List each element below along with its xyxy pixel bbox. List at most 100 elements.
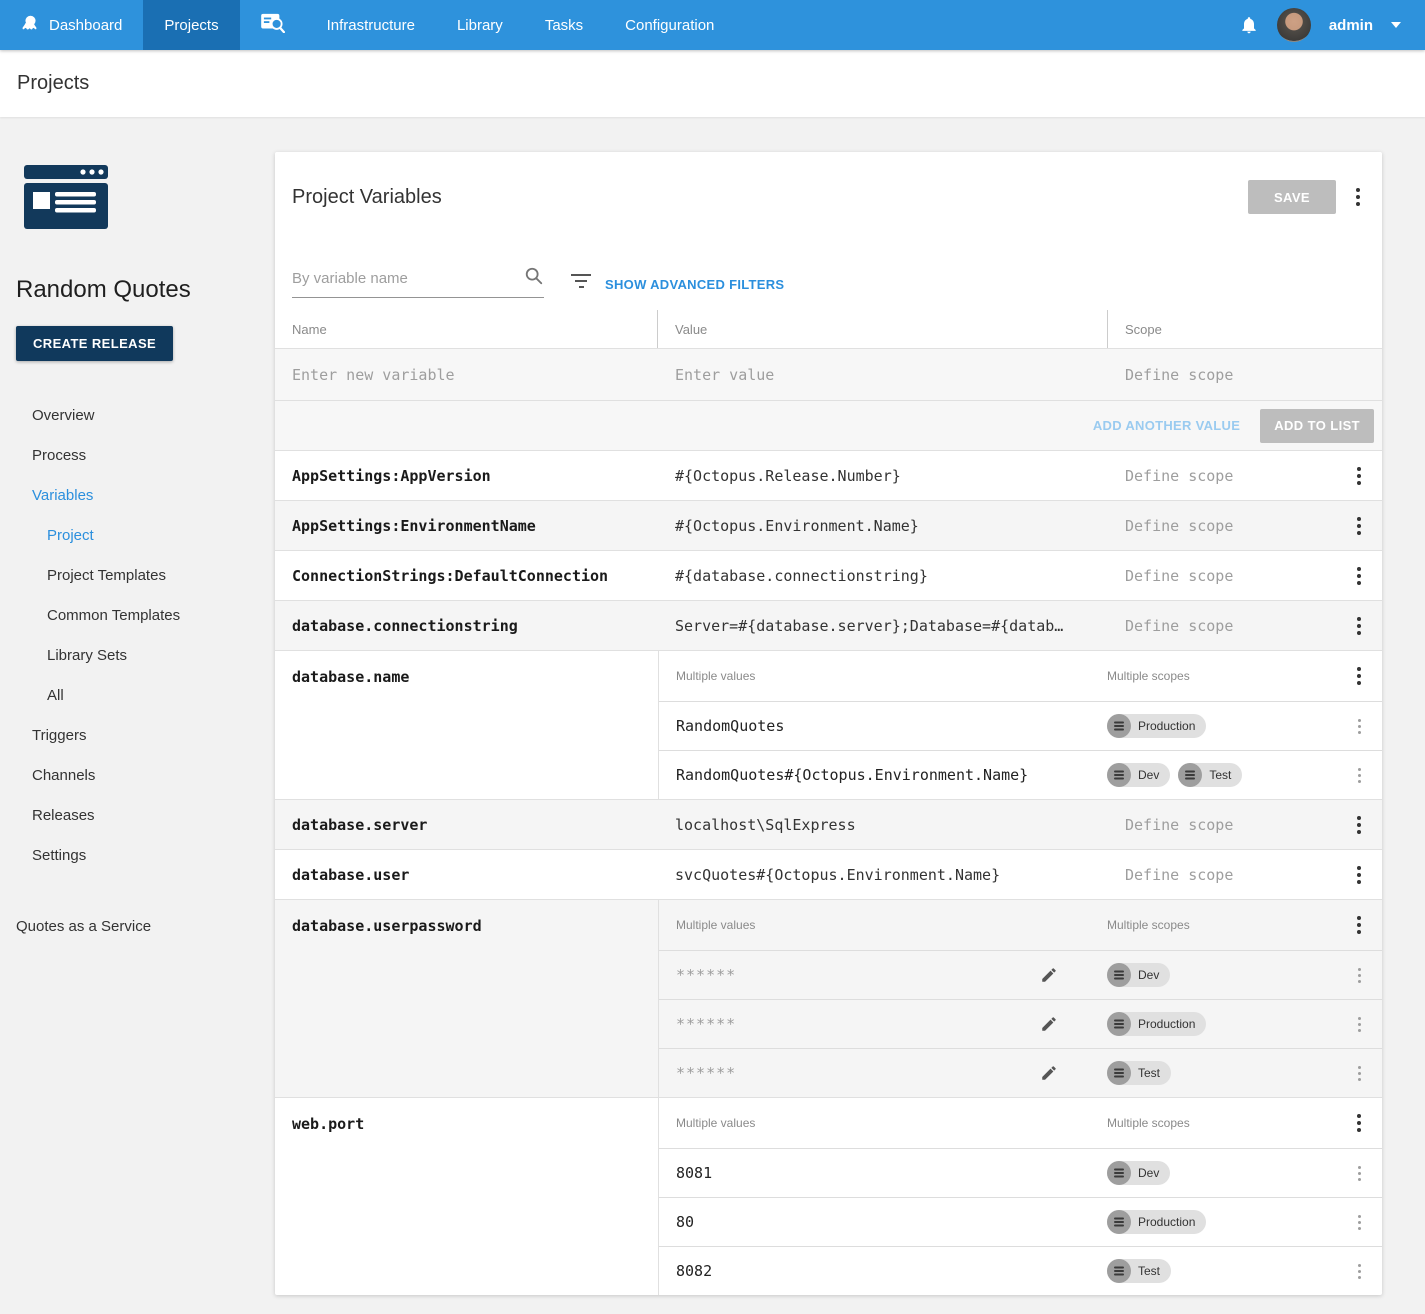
sidebar-item-overview[interactable]: Overview — [16, 395, 275, 435]
variable-scope-define[interactable]: Define scope — [1108, 567, 1336, 585]
add-another-value-link[interactable]: ADD ANOTHER VALUE — [1093, 418, 1240, 433]
scope-chip[interactable]: Test — [1107, 1259, 1171, 1283]
project-variables-card: Project Variables SAVE By variable name — [275, 152, 1382, 1295]
sidebar-item-project-templates[interactable]: Project Templates — [16, 555, 275, 595]
variable-scope-define[interactable]: Define scope — [1108, 866, 1336, 884]
add-to-list-button[interactable]: ADD TO LIST — [1260, 409, 1374, 443]
pencil-icon[interactable] — [1040, 1015, 1058, 1033]
show-advanced-filters-link[interactable]: SHOW ADVANCED FILTERS — [605, 277, 784, 292]
nav-item-infrastructure[interactable]: Infrastructure — [306, 0, 436, 50]
filter-list-icon[interactable] — [571, 274, 591, 288]
variable-scope-define[interactable]: Define scope — [1108, 467, 1336, 485]
variable-name[interactable]: database.userpassword — [275, 900, 658, 1097]
variable-value[interactable]: Server=#{database.server};Database=#{dat… — [658, 617, 1108, 635]
variable-name[interactable]: database.connectionstring — [275, 617, 658, 635]
nav-item-tasks[interactable]: Tasks — [524, 0, 604, 50]
scope-chip[interactable]: Production — [1107, 1012, 1206, 1036]
new-variable-value-input[interactable]: Enter value — [658, 366, 1108, 384]
scope-chip-label: Production — [1138, 1215, 1195, 1229]
variable-name[interactable]: database.user — [275, 866, 658, 884]
row-overflow-menu-icon[interactable] — [1351, 613, 1367, 639]
variable-name[interactable]: AppSettings:AppVersion — [275, 467, 658, 485]
row-overflow-menu-icon[interactable] — [1352, 1211, 1367, 1234]
sidebar-item-releases[interactable]: Releases — [16, 795, 275, 835]
scope-chip[interactable]: Production — [1107, 714, 1206, 738]
variable-scopes: Test — [1107, 1259, 1336, 1283]
scope-chip[interactable]: Dev — [1107, 763, 1170, 787]
sidebar-item-variables[interactable]: Variables — [16, 475, 275, 515]
avatar[interactable] — [1277, 8, 1311, 42]
variable-value[interactable]: #{Octopus.Environment.Name} — [658, 517, 1108, 535]
scope-chip[interactable]: Production — [1107, 1210, 1206, 1234]
scope-chip[interactable]: Dev — [1107, 1161, 1170, 1185]
variable-value[interactable]: #{Octopus.Release.Number} — [658, 467, 1108, 485]
variable-scope-define[interactable]: Define scope — [1108, 617, 1336, 635]
variable-scope-define[interactable]: Define scope — [1108, 816, 1336, 834]
scope-chip[interactable]: Test — [1178, 763, 1242, 787]
save-button[interactable]: SAVE — [1248, 180, 1336, 214]
variable-value[interactable]: RandomQuotes — [659, 717, 1107, 735]
new-variable-scope-input[interactable]: Define scope — [1108, 366, 1382, 384]
row-overflow-menu-icon[interactable] — [1351, 862, 1367, 888]
row-overflow-menu-icon[interactable] — [1351, 563, 1367, 589]
variable-name[interactable]: web.port — [275, 1098, 658, 1295]
variable-name[interactable]: AppSettings:EnvironmentName — [275, 517, 658, 535]
row-overflow-menu-icon[interactable] — [1351, 463, 1367, 489]
bell-icon[interactable] — [1239, 15, 1259, 35]
variable-name[interactable]: database.server — [275, 816, 658, 834]
pencil-icon[interactable] — [1040, 1064, 1058, 1082]
sidebar-item-all[interactable]: All — [16, 675, 275, 715]
sidebar-item-project[interactable]: Project — [16, 515, 275, 555]
sidebar-item-process[interactable]: Process — [16, 435, 275, 475]
variable-value[interactable]: RandomQuotes#{Octopus.Environment.Name} — [659, 766, 1107, 784]
variable-value[interactable]: 8081 — [659, 1164, 1107, 1182]
sidebar-item-library-sets[interactable]: Library Sets — [16, 635, 275, 675]
scope-chip[interactable]: Dev — [1107, 963, 1170, 987]
variable-value[interactable]: svcQuotes#{Octopus.Environment.Name} — [658, 866, 1108, 884]
nav-item-label: Tasks — [545, 17, 583, 34]
column-header-name: Name — [275, 310, 658, 348]
row-overflow-menu-icon[interactable] — [1352, 715, 1367, 738]
user-name[interactable]: admin — [1329, 17, 1373, 34]
variable-scope-define[interactable]: Define scope — [1108, 517, 1336, 535]
nav-search-tab[interactable] — [240, 0, 306, 50]
row-overflow-menu-icon[interactable] — [1352, 1062, 1367, 1085]
nav-item-projects[interactable]: Projects — [143, 0, 239, 50]
new-variable-name-input[interactable]: Enter new variable — [275, 366, 658, 384]
variable-name[interactable]: database.name — [275, 651, 658, 799]
variable-value[interactable]: localhost\SqlExpress — [658, 816, 1108, 834]
card-overflow-menu-icon[interactable] — [1350, 184, 1366, 210]
nav-item-configuration[interactable]: Configuration — [604, 0, 735, 50]
row-overflow-menu-icon[interactable] — [1352, 1260, 1367, 1283]
row-overflow-menu-icon[interactable] — [1351, 812, 1367, 838]
pencil-icon[interactable] — [1040, 966, 1058, 984]
row-overflow-menu-icon[interactable] — [1351, 1110, 1367, 1136]
variable-search-input[interactable]: By variable name — [292, 266, 544, 298]
nav-item-library[interactable]: Library — [436, 0, 524, 50]
row-overflow-menu-icon[interactable] — [1352, 964, 1367, 987]
variable-value[interactable]: 8082 — [659, 1262, 1107, 1280]
sidebar-item-settings[interactable]: Settings — [16, 835, 275, 875]
sidebar-item-channels[interactable]: Channels — [16, 755, 275, 795]
variable-value[interactable]: 80 — [659, 1213, 1107, 1231]
scope-chip[interactable]: Test — [1107, 1061, 1171, 1085]
multiple-scopes-label: Multiple scopes — [1107, 918, 1336, 932]
row-overflow-menu-icon[interactable] — [1352, 1162, 1367, 1185]
variable-value[interactable]: ****** — [659, 1064, 1107, 1082]
environment-icon — [1107, 763, 1131, 787]
row-overflow-menu-icon[interactable] — [1351, 513, 1367, 539]
sidebar-item-triggers[interactable]: Triggers — [16, 715, 275, 755]
sidebar-group-label[interactable]: Quotes as a Service — [16, 906, 275, 946]
nav-item-dashboard[interactable]: Dashboard — [0, 0, 143, 50]
variable-value[interactable]: ****** — [659, 1015, 1107, 1033]
variable-value[interactable]: ****** — [659, 966, 1107, 984]
variable-name[interactable]: ConnectionStrings:DefaultConnection — [275, 567, 658, 585]
variable-value[interactable]: #{database.connectionstring} — [658, 567, 1108, 585]
sidebar-item-common-templates[interactable]: Common Templates — [16, 595, 275, 635]
row-overflow-menu-icon[interactable] — [1352, 764, 1367, 787]
row-overflow-menu-icon[interactable] — [1351, 663, 1367, 689]
create-release-button[interactable]: CREATE RELEASE — [16, 326, 173, 361]
row-overflow-menu-icon[interactable] — [1352, 1013, 1367, 1036]
row-overflow-menu-icon[interactable] — [1351, 912, 1367, 938]
chevron-down-icon[interactable] — [1391, 22, 1401, 28]
